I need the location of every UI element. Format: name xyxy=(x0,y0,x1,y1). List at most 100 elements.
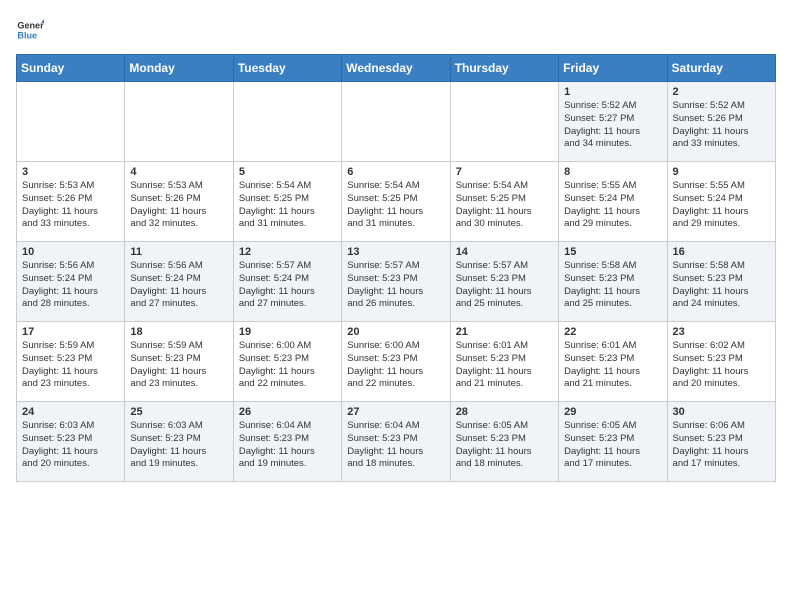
day-info: Sunrise: 5:56 AM Sunset: 5:24 PM Dayligh… xyxy=(22,260,119,311)
day-number: 22 xyxy=(564,326,661,338)
day-info: Sunrise: 6:00 AM Sunset: 5:23 PM Dayligh… xyxy=(239,340,336,391)
day-info: Sunrise: 5:52 AM Sunset: 5:27 PM Dayligh… xyxy=(564,100,661,151)
calendar-day-cell xyxy=(450,82,558,162)
calendar-day-cell: 4 Sunrise: 5:53 AM Sunset: 5:26 PM Daylig… xyxy=(125,162,233,242)
day-number: 1 xyxy=(564,86,661,98)
svg-text:General: General xyxy=(17,21,44,31)
day-number: 14 xyxy=(456,246,553,258)
day-info: Sunrise: 5:54 AM Sunset: 5:25 PM Dayligh… xyxy=(239,180,336,231)
day-number: 13 xyxy=(347,246,444,258)
day-number: 9 xyxy=(673,166,770,178)
day-number: 4 xyxy=(130,166,227,178)
day-number: 24 xyxy=(22,406,119,418)
day-number: 19 xyxy=(239,326,336,338)
day-info: Sunrise: 5:58 AM Sunset: 5:23 PM Dayligh… xyxy=(673,260,770,311)
day-number: 15 xyxy=(564,246,661,258)
calendar-day-cell: 27 Sunrise: 6:04 AM Sunset: 5:23 PM Dayli… xyxy=(342,402,450,482)
day-number: 30 xyxy=(673,406,770,418)
day-info: Sunrise: 5:55 AM Sunset: 5:24 PM Dayligh… xyxy=(564,180,661,231)
day-number: 17 xyxy=(22,326,119,338)
day-info: Sunrise: 6:04 AM Sunset: 5:23 PM Dayligh… xyxy=(347,420,444,471)
page-header: General Blue xyxy=(16,16,776,44)
day-number: 27 xyxy=(347,406,444,418)
day-info: Sunrise: 6:01 AM Sunset: 5:23 PM Dayligh… xyxy=(564,340,661,391)
calendar-day-cell xyxy=(342,82,450,162)
day-number: 20 xyxy=(347,326,444,338)
day-number: 2 xyxy=(673,86,770,98)
day-info: Sunrise: 6:03 AM Sunset: 5:23 PM Dayligh… xyxy=(130,420,227,471)
calendar-week-row: 10 Sunrise: 5:56 AM Sunset: 5:24 PM Dayli… xyxy=(17,242,776,322)
calendar-day-cell: 18 Sunrise: 5:59 AM Sunset: 5:23 PM Dayli… xyxy=(125,322,233,402)
day-number: 28 xyxy=(456,406,553,418)
calendar-day-cell: 16 Sunrise: 5:58 AM Sunset: 5:23 PM Dayli… xyxy=(667,242,775,322)
day-info: Sunrise: 6:03 AM Sunset: 5:23 PM Dayligh… xyxy=(22,420,119,471)
day-number: 25 xyxy=(130,406,227,418)
day-number: 26 xyxy=(239,406,336,418)
calendar-day-cell: 7Sunrise: 5:54 AM Sunset: 5:25 PM Daylig… xyxy=(450,162,558,242)
day-info: Sunrise: 6:00 AM Sunset: 5:23 PM Dayligh… xyxy=(347,340,444,391)
calendar-week-row: 17 Sunrise: 5:59 AM Sunset: 5:23 PM Dayli… xyxy=(17,322,776,402)
calendar-day-cell: 25 Sunrise: 6:03 AM Sunset: 5:23 PM Dayli… xyxy=(125,402,233,482)
day-info: Sunrise: 6:01 AM Sunset: 5:23 PM Dayligh… xyxy=(456,340,553,391)
day-info: Sunrise: 5:59 AM Sunset: 5:23 PM Dayligh… xyxy=(22,340,119,391)
weekday-header: Sunday xyxy=(17,55,125,82)
calendar-day-cell: 21 Sunrise: 6:01 AM Sunset: 5:23 PM Dayli… xyxy=(450,322,558,402)
calendar-day-cell: 8 Sunrise: 5:55 AM Sunset: 5:24 PM Daylig… xyxy=(559,162,667,242)
weekday-header-row: SundayMondayTuesdayWednesdayThursdayFrid… xyxy=(17,55,776,82)
calendar-day-cell: 9 Sunrise: 5:55 AM Sunset: 5:24 PM Daylig… xyxy=(667,162,775,242)
day-info: Sunrise: 5:52 AM Sunset: 5:26 PM Dayligh… xyxy=(673,100,770,151)
calendar-day-cell xyxy=(125,82,233,162)
calendar-day-cell: 6Sunrise: 5:54 AM Sunset: 5:25 PM Daylig… xyxy=(342,162,450,242)
day-info: Sunrise: 6:05 AM Sunset: 5:23 PM Dayligh… xyxy=(456,420,553,471)
day-number: 11 xyxy=(130,246,227,258)
day-info: Sunrise: 5:56 AM Sunset: 5:24 PM Dayligh… xyxy=(130,260,227,311)
calendar-day-cell: 23 Sunrise: 6:02 AM Sunset: 5:23 PM Dayli… xyxy=(667,322,775,402)
calendar-day-cell: 13 Sunrise: 5:57 AM Sunset: 5:23 PM Dayli… xyxy=(342,242,450,322)
calendar-day-cell: 11 Sunrise: 5:56 AM Sunset: 5:24 PM Dayli… xyxy=(125,242,233,322)
weekday-header: Thursday xyxy=(450,55,558,82)
day-number: 7 xyxy=(456,166,553,178)
calendar-day-cell: 12 Sunrise: 5:57 AM Sunset: 5:24 PM Dayli… xyxy=(233,242,341,322)
day-number: 23 xyxy=(673,326,770,338)
day-number: 18 xyxy=(130,326,227,338)
calendar-week-row: 3 Sunrise: 5:53 AM Sunset: 5:26 PM Daylig… xyxy=(17,162,776,242)
calendar-day-cell: 30 Sunrise: 6:06 AM Sunset: 5:23 PM Dayli… xyxy=(667,402,775,482)
day-info: Sunrise: 5:53 AM Sunset: 5:26 PM Dayligh… xyxy=(22,180,119,231)
calendar-day-cell: 5 Sunrise: 5:54 AM Sunset: 5:25 PM Daylig… xyxy=(233,162,341,242)
day-info: Sunrise: 5:53 AM Sunset: 5:26 PM Dayligh… xyxy=(130,180,227,231)
day-info: Sunrise: 5:55 AM Sunset: 5:24 PM Dayligh… xyxy=(673,180,770,231)
calendar-day-cell: 22 Sunrise: 6:01 AM Sunset: 5:23 PM Dayli… xyxy=(559,322,667,402)
day-info: Sunrise: 6:06 AM Sunset: 5:23 PM Dayligh… xyxy=(673,420,770,471)
day-info: Sunrise: 5:58 AM Sunset: 5:23 PM Dayligh… xyxy=(564,260,661,311)
calendar-week-row: 24 Sunrise: 6:03 AM Sunset: 5:23 PM Dayli… xyxy=(17,402,776,482)
calendar-week-row: 1 Sunrise: 5:52 AM Sunset: 5:27 PM Daylig… xyxy=(17,82,776,162)
day-number: 3 xyxy=(22,166,119,178)
day-number: 8 xyxy=(564,166,661,178)
day-number: 10 xyxy=(22,246,119,258)
day-info: Sunrise: 5:57 AM Sunset: 5:24 PM Dayligh… xyxy=(239,260,336,311)
day-number: 12 xyxy=(239,246,336,258)
day-info: Sunrise: 5:59 AM Sunset: 5:23 PM Dayligh… xyxy=(130,340,227,391)
calendar-day-cell: 10 Sunrise: 5:56 AM Sunset: 5:24 PM Dayli… xyxy=(17,242,125,322)
calendar-day-cell: 2 Sunrise: 5:52 AM Sunset: 5:26 PM Daylig… xyxy=(667,82,775,162)
day-number: 16 xyxy=(673,246,770,258)
day-info: Sunrise: 6:04 AM Sunset: 5:23 PM Dayligh… xyxy=(239,420,336,471)
calendar-day-cell: 15 Sunrise: 5:58 AM Sunset: 5:23 PM Dayli… xyxy=(559,242,667,322)
calendar-day-cell: 14Sunrise: 5:57 AM Sunset: 5:23 PM Dayli… xyxy=(450,242,558,322)
calendar-table: SundayMondayTuesdayWednesdayThursdayFrid… xyxy=(16,54,776,482)
day-number: 21 xyxy=(456,326,553,338)
calendar-day-cell: 24 Sunrise: 6:03 AM Sunset: 5:23 PM Dayli… xyxy=(17,402,125,482)
calendar-day-cell: 26 Sunrise: 6:04 AM Sunset: 5:23 PM Dayli… xyxy=(233,402,341,482)
svg-text:Blue: Blue xyxy=(17,30,37,40)
day-info: Sunrise: 6:02 AM Sunset: 5:23 PM Dayligh… xyxy=(673,340,770,391)
calendar-day-cell: 28 Sunrise: 6:05 AM Sunset: 5:23 PM Dayli… xyxy=(450,402,558,482)
day-number: 5 xyxy=(239,166,336,178)
day-info: Sunrise: 6:05 AM Sunset: 5:23 PM Dayligh… xyxy=(564,420,661,471)
calendar-day-cell: 3 Sunrise: 5:53 AM Sunset: 5:26 PM Daylig… xyxy=(17,162,125,242)
calendar-day-cell xyxy=(17,82,125,162)
calendar-day-cell: 17 Sunrise: 5:59 AM Sunset: 5:23 PM Dayli… xyxy=(17,322,125,402)
day-info: Sunrise: 5:54 AM Sunset: 5:25 PM Dayligh… xyxy=(347,180,444,231)
weekday-header: Saturday xyxy=(667,55,775,82)
weekday-header: Monday xyxy=(125,55,233,82)
day-info: Sunrise: 5:57 AM Sunset: 5:23 PM Dayligh… xyxy=(347,260,444,311)
